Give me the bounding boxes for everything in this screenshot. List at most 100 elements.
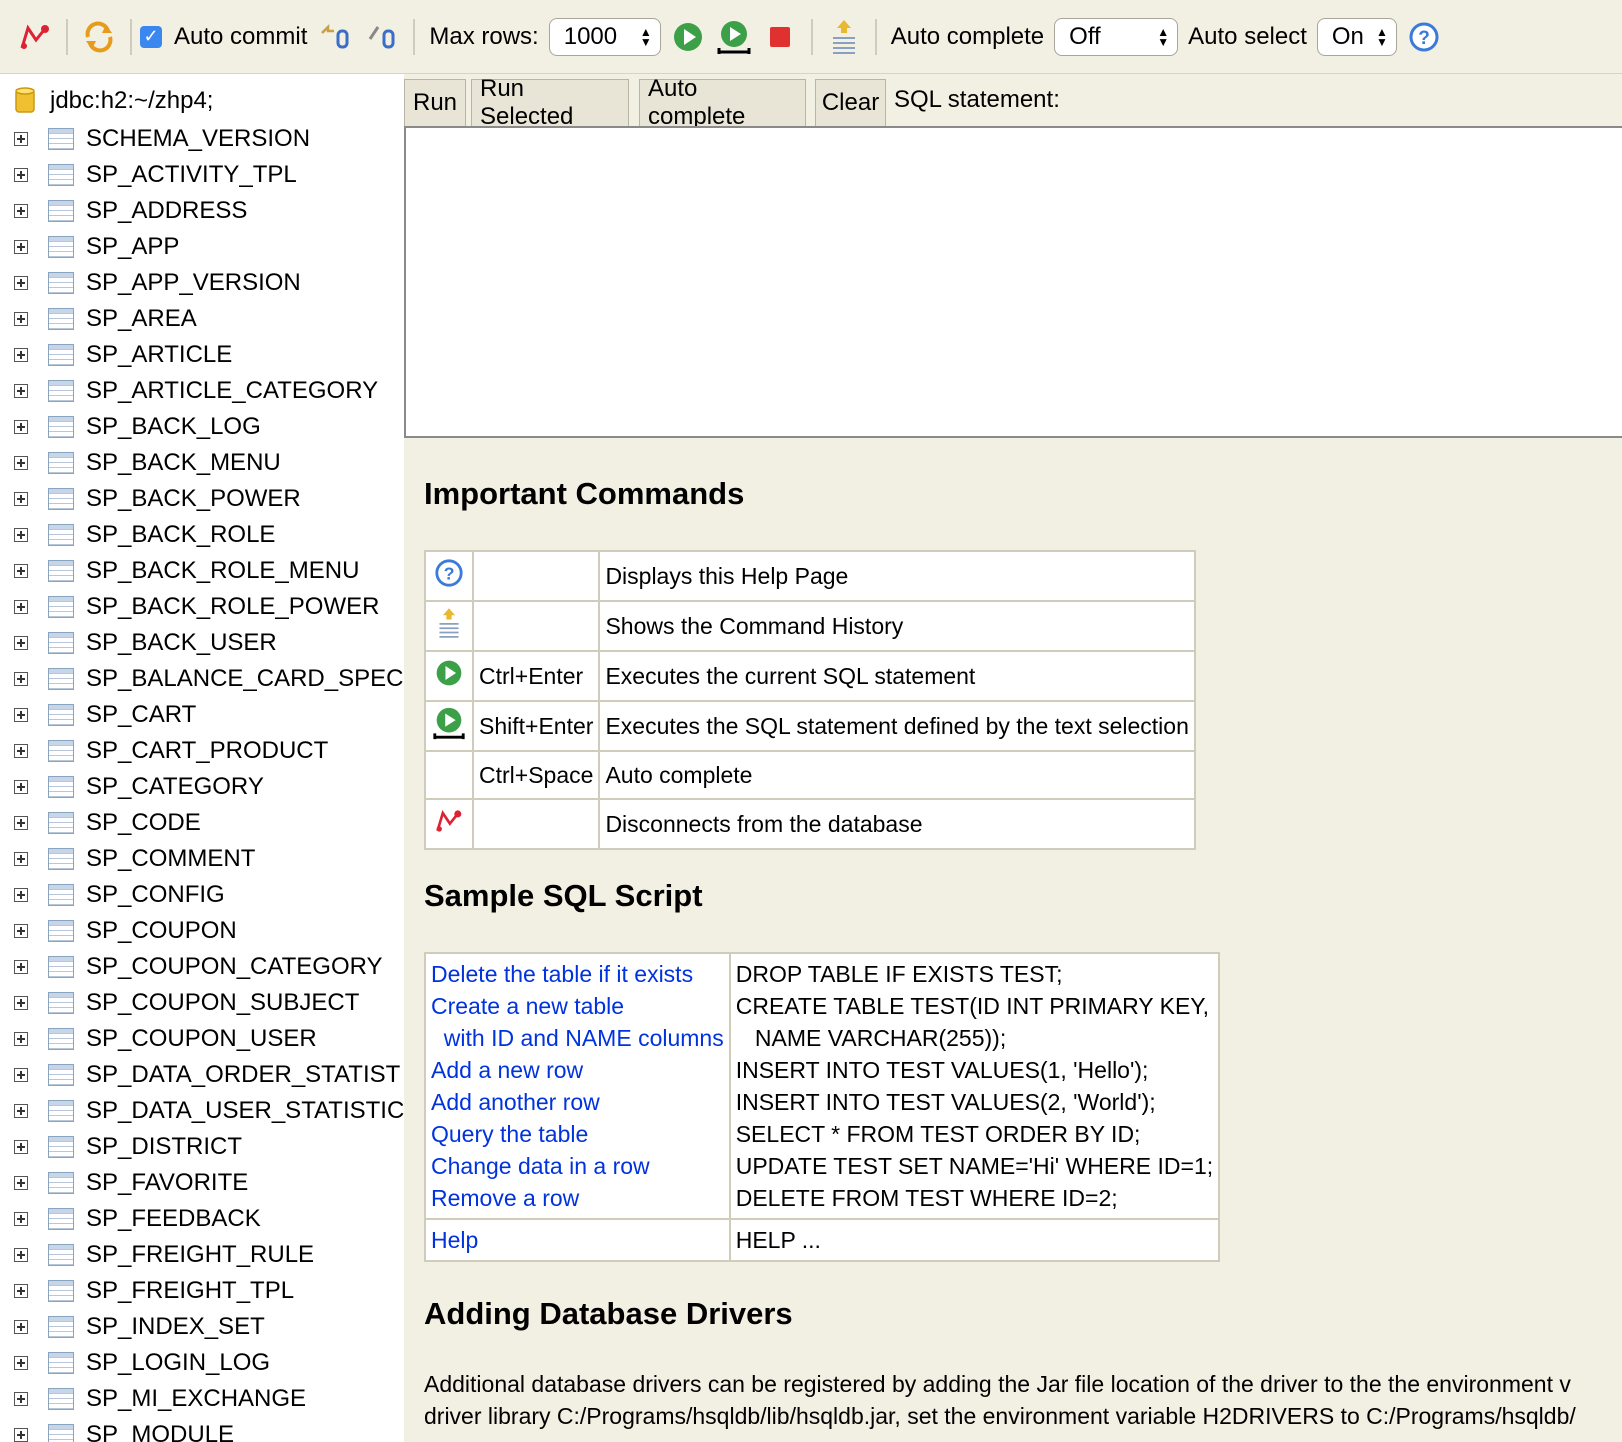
table-node[interactable]: SP_ARTICLE bbox=[14, 337, 232, 373]
table-node[interactable]: SP_BACK_ROLE bbox=[14, 517, 275, 553]
sql-editor[interactable] bbox=[404, 126, 1622, 438]
expand-icon[interactable] bbox=[14, 492, 28, 506]
history-icon[interactable] bbox=[436, 605, 462, 641]
run-icon[interactable] bbox=[434, 658, 464, 688]
help-link[interactable]: Help bbox=[431, 1224, 724, 1256]
expand-icon[interactable] bbox=[14, 1284, 28, 1298]
expand-icon[interactable] bbox=[14, 600, 28, 614]
history-icon[interactable] bbox=[821, 14, 867, 60]
expand-icon[interactable] bbox=[14, 420, 28, 434]
sample-link[interactable]: Change data in a row bbox=[431, 1150, 724, 1182]
table-node[interactable]: SP_BACK_LOG bbox=[14, 409, 261, 445]
stop-icon[interactable] bbox=[757, 14, 803, 60]
clear-button[interactable]: Clear bbox=[815, 79, 886, 127]
expand-icon[interactable] bbox=[14, 1248, 28, 1262]
table-node[interactable]: SP_COUPON bbox=[14, 913, 237, 949]
table-node[interactable]: SP_CATEGORY bbox=[14, 769, 264, 805]
max-rows-select[interactable]: 1000 ▲ ▼ bbox=[548, 17, 661, 56]
table-node[interactable]: SP_INDEX_SET bbox=[14, 1309, 265, 1345]
run-selected-button[interactable]: Run Selected bbox=[471, 75, 629, 130]
table-node[interactable]: SP_ADDRESS bbox=[14, 193, 247, 229]
expand-icon[interactable] bbox=[14, 204, 28, 218]
disconnect-icon[interactable] bbox=[434, 807, 464, 835]
expand-icon[interactable] bbox=[14, 816, 28, 830]
expand-icon[interactable] bbox=[14, 924, 28, 938]
expand-icon[interactable] bbox=[14, 132, 28, 146]
table-node[interactable]: SCHEMA_VERSION bbox=[14, 121, 310, 157]
refresh-icon[interactable] bbox=[76, 14, 122, 60]
expand-icon[interactable] bbox=[14, 276, 28, 290]
table-node[interactable]: SP_BACK_ROLE_POWER bbox=[14, 589, 379, 625]
table-node[interactable]: SP_MI_EXCHANGE bbox=[14, 1381, 306, 1417]
sample-link[interactable]: Query the table bbox=[431, 1118, 724, 1150]
sample-link[interactable]: with ID and NAME columns bbox=[431, 1022, 724, 1054]
sample-link[interactable]: Delete the table if it exists bbox=[431, 958, 724, 990]
table-node[interactable]: SP_ARTICLE_CATEGORY bbox=[14, 373, 378, 409]
expand-icon[interactable] bbox=[14, 1320, 28, 1334]
table-node[interactable]: SP_FAVORITE bbox=[14, 1165, 248, 1201]
table-node[interactable]: SP_APP_VERSION bbox=[14, 265, 301, 301]
sample-link[interactable]: Create a new table bbox=[431, 990, 724, 1022]
help-icon[interactable]: ? bbox=[434, 558, 464, 588]
run-button[interactable]: Run bbox=[404, 79, 466, 127]
expand-icon[interactable] bbox=[14, 1176, 28, 1190]
run-selected-icon[interactable] bbox=[431, 705, 467, 741]
run-icon[interactable] bbox=[665, 14, 711, 60]
table-node[interactable]: SP_BACK_ROLE_MENU bbox=[14, 553, 359, 589]
expand-icon[interactable] bbox=[14, 852, 28, 866]
expand-icon[interactable] bbox=[14, 1392, 28, 1406]
expand-icon[interactable] bbox=[14, 348, 28, 362]
rollback-icon[interactable] bbox=[313, 14, 359, 60]
expand-icon[interactable] bbox=[14, 672, 28, 686]
auto-select-select[interactable]: On ▲ ▼ bbox=[1316, 17, 1397, 56]
help-icon[interactable]: ? bbox=[1401, 14, 1447, 60]
expand-icon[interactable] bbox=[14, 1140, 28, 1154]
auto-complete-select[interactable]: Off ▲ ▼ bbox=[1054, 17, 1179, 56]
expand-icon[interactable] bbox=[14, 1356, 28, 1370]
sample-link[interactable]: Remove a row bbox=[431, 1182, 724, 1214]
table-node[interactable]: SP_FREIGHT_TPL bbox=[14, 1273, 294, 1309]
table-node[interactable]: SP_COUPON_CATEGORY bbox=[14, 949, 383, 985]
table-node[interactable]: SP_LOGIN_LOG bbox=[14, 1345, 270, 1381]
expand-icon[interactable] bbox=[14, 888, 28, 902]
table-node[interactable]: SP_DISTRICT bbox=[14, 1129, 242, 1165]
expand-icon[interactable] bbox=[14, 1068, 28, 1082]
table-node[interactable]: SP_COMMENT bbox=[14, 841, 255, 877]
expand-icon[interactable] bbox=[14, 384, 28, 398]
sample-link[interactable]: Add a new row bbox=[431, 1054, 724, 1086]
expand-icon[interactable] bbox=[14, 960, 28, 974]
expand-icon[interactable] bbox=[14, 1104, 28, 1118]
table-node[interactable]: SP_DATA_USER_STATISTIC bbox=[14, 1093, 404, 1129]
table-node[interactable]: SP_BALANCE_CARD_SPEC bbox=[14, 661, 403, 697]
expand-icon[interactable] bbox=[14, 1212, 28, 1226]
expand-icon[interactable] bbox=[14, 564, 28, 578]
table-node[interactable]: SP_DATA_ORDER_STATIST bbox=[14, 1057, 400, 1093]
table-node[interactable]: SP_CONFIG bbox=[14, 877, 225, 913]
run-selected-icon[interactable] bbox=[711, 14, 757, 60]
table-node[interactable]: SP_CART_PRODUCT bbox=[14, 733, 328, 769]
expand-icon[interactable] bbox=[14, 1032, 28, 1046]
expand-icon[interactable] bbox=[14, 168, 28, 182]
sample-link[interactable]: Add another row bbox=[431, 1086, 724, 1118]
table-node[interactable]: SP_AREA bbox=[14, 301, 197, 337]
table-node[interactable]: SP_CART bbox=[14, 697, 196, 733]
expand-icon[interactable] bbox=[14, 996, 28, 1010]
expand-icon[interactable] bbox=[14, 240, 28, 254]
auto-commit-checkbox[interactable]: ✓ bbox=[140, 25, 162, 48]
expand-icon[interactable] bbox=[14, 780, 28, 794]
expand-icon[interactable] bbox=[14, 744, 28, 758]
table-node[interactable]: SP_FEEDBACK bbox=[14, 1201, 261, 1237]
disconnect-icon[interactable] bbox=[12, 14, 58, 60]
expand-icon[interactable] bbox=[14, 312, 28, 326]
table-node[interactable]: SP_ACTIVITY_TPL bbox=[14, 157, 297, 193]
expand-icon[interactable] bbox=[14, 456, 28, 470]
table-node[interactable]: SP_CODE bbox=[14, 805, 201, 841]
table-node[interactable]: SP_BACK_USER bbox=[14, 625, 277, 661]
table-node[interactable]: SP_APP bbox=[14, 229, 179, 265]
expand-icon[interactable] bbox=[14, 528, 28, 542]
expand-icon[interactable] bbox=[14, 708, 28, 722]
connection-node[interactable]: jdbc:h2:~/zhp4; bbox=[14, 86, 213, 116]
table-node[interactable]: SP_MODULE bbox=[14, 1417, 234, 1442]
auto-complete-button[interactable]: Auto complete bbox=[639, 75, 806, 130]
expand-icon[interactable] bbox=[14, 1428, 28, 1442]
